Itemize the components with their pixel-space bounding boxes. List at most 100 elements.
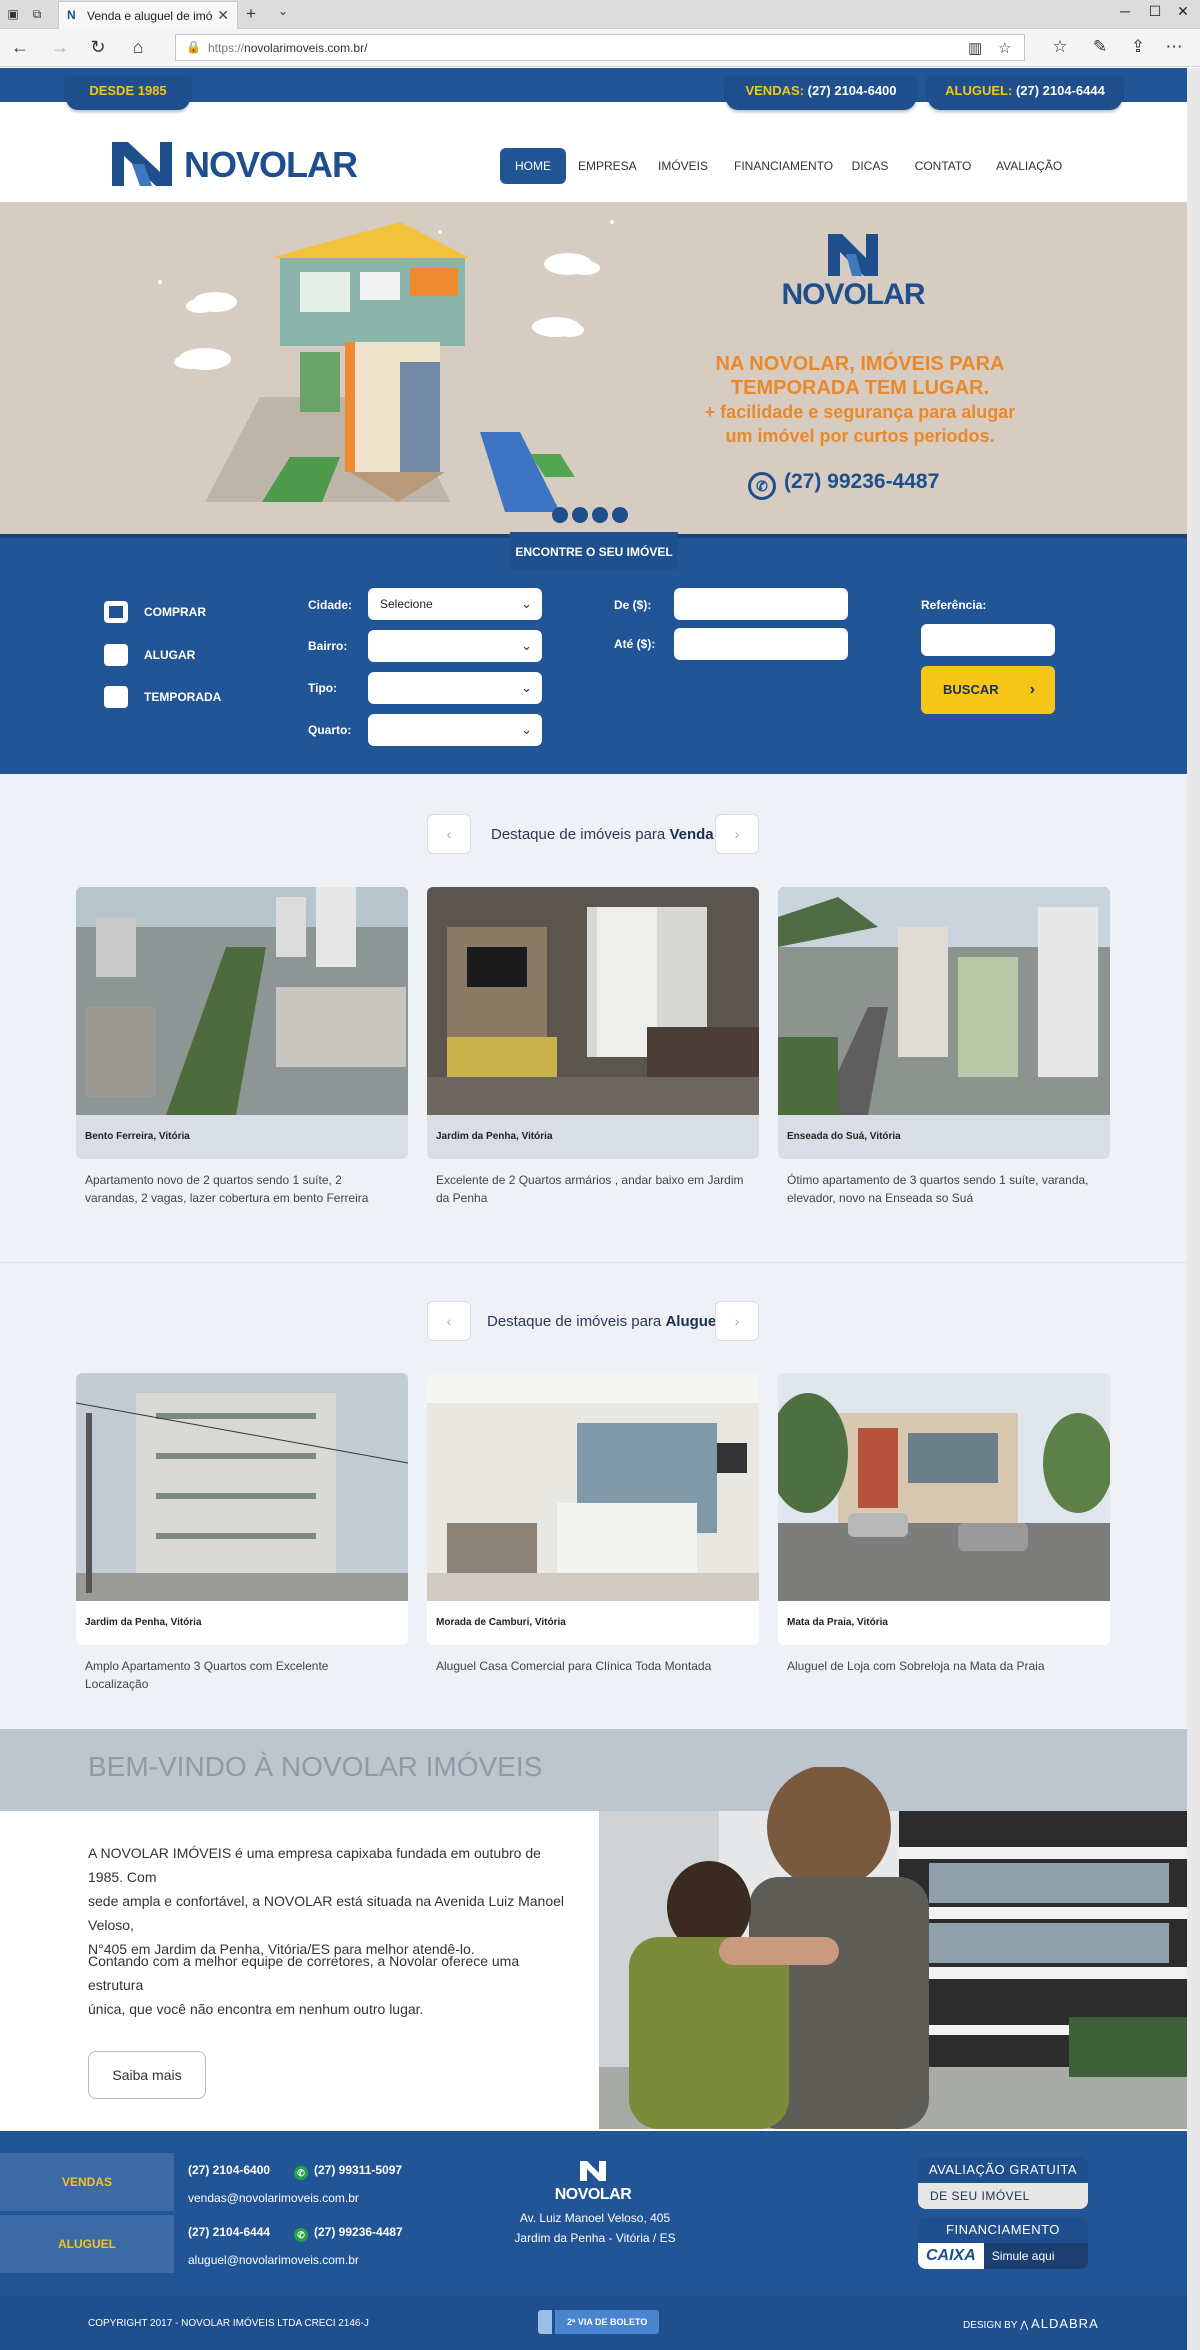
property-photo[interactable]: [778, 887, 1110, 1115]
price-to-input[interactable]: [674, 628, 848, 660]
segunda-via-boleto-button[interactable]: 2ª VIA DE BOLETO: [538, 2310, 660, 2334]
address-bar[interactable]: 🔒 https://novolarimoveis.com.br/ ▥ ☆: [175, 34, 1025, 61]
property-photo[interactable]: [76, 1373, 408, 1601]
minimize-icon[interactable]: ─: [1110, 3, 1140, 19]
welcome-paragraph-1: A NOVOLAR IMÓVEIS é uma empresa capixaba…: [88, 1845, 565, 1957]
favorite-star-icon[interactable]: ☆: [998, 39, 1011, 57]
refresh-icon[interactable]: ↻: [86, 37, 110, 58]
window-close-icon[interactable]: ✕: [1168, 3, 1198, 20]
copyright-bar: COPYRIGHT 2017 - NOVOLAR IMÓVEIS LTDA CR…: [0, 2296, 1200, 2350]
footer-vendas-phone[interactable]: (27) 2104-6400: [188, 2163, 270, 2177]
venda-title: Destaque de imóveis para Venda: [491, 826, 714, 843]
forward-icon[interactable]: →: [48, 37, 72, 58]
checkbox-comprar[interactable]: [104, 601, 128, 623]
vendas-phone-badge[interactable]: VENDAS: (27) 2104-6400: [726, 76, 916, 110]
property-location: Enseada do Suá, Vitória: [778, 1115, 1110, 1159]
mode-alugar[interactable]: ALUGAR: [104, 644, 244, 668]
site-footer: VENDAS ALUGUEL (27) 2104-6400 ✆ (27) 9931…: [0, 2131, 1200, 2296]
browser-tab[interactable]: N Venda e aluguel de imó ✕: [58, 1, 238, 29]
referencia-input[interactable]: [921, 624, 1055, 656]
aluguel-prev-button[interactable]: ‹: [427, 1301, 471, 1341]
footer-aluguel-email[interactable]: aluguel@novolarimoveis.com.br: [188, 2253, 359, 2267]
footer-aluguel-whatsapp[interactable]: ✆ (27) 99236-4487: [294, 2225, 403, 2242]
new-tab-icon[interactable]: +: [246, 4, 256, 24]
lock-icon: 🔒: [186, 40, 201, 54]
cidade-select[interactable]: Selecione ⌄: [368, 588, 542, 620]
bairro-label: Bairro:: [308, 639, 348, 653]
price-from-input[interactable]: [674, 588, 848, 620]
nav-empresa[interactable]: EMPRESA: [578, 148, 637, 184]
footer-logo: NOVOLAR: [548, 2161, 638, 2204]
nav-contato[interactable]: CONTATO: [914, 148, 972, 184]
tipo-select[interactable]: ⌄: [368, 672, 542, 704]
home-icon[interactable]: ⌂: [126, 37, 150, 58]
aluguel-phone-badge[interactable]: ALUGUEL: (27) 2104-6444: [928, 76, 1122, 110]
mode-temporada[interactable]: TEMPORADA: [104, 686, 244, 710]
site-header: NOVOLAR HOME EMPRESA IMÓVEIS FINANCIAMEN…: [0, 102, 1200, 202]
property-description: Excelente de 2 Quartos armários , andar …: [436, 1173, 744, 1205]
aluguel-next-button[interactable]: ›: [715, 1301, 759, 1341]
copyright-text: COPYRIGHT 2017 - NOVOLAR IMÓVEIS LTDA CR…: [88, 2318, 369, 2329]
hero-headline: NA NOVOLAR, IMÓVEIS PARA TEMPORADA TEM L…: [715, 353, 1005, 399]
venda-prev-button[interactable]: ‹: [427, 814, 471, 854]
url-text[interactable]: https://novolarimoveis.com.br/: [208, 41, 367, 55]
couple-building-photo: [599, 1767, 1200, 2129]
nav-dicas[interactable]: DICAS: [850, 148, 890, 184]
property-photo[interactable]: [427, 887, 759, 1115]
buscar-button[interactable]: BUSCAR ›: [921, 666, 1055, 714]
nav-imoveis[interactable]: IMÓVEIS: [658, 148, 708, 184]
footer-aluguel-phone[interactable]: (27) 2104-6444: [188, 2225, 270, 2239]
reading-view-icon[interactable]: ▥: [968, 39, 982, 57]
tab-preview-icon[interactable]: ⧉: [28, 6, 46, 22]
back-icon[interactable]: ←: [8, 37, 32, 58]
property-photo[interactable]: [427, 1373, 759, 1601]
more-menu-icon[interactable]: ⋯: [1162, 37, 1186, 57]
property-description: Ótimo apartamento de 3 quartos sendo 1 s…: [787, 1173, 1089, 1205]
carousel-dot[interactable]: [612, 507, 628, 523]
tab-actions-icon[interactable]: ▣: [4, 6, 22, 22]
nav-home[interactable]: HOME: [500, 148, 566, 184]
novolar-logo[interactable]: NOVOLAR: [112, 142, 358, 186]
hero-logo: NOVOLAR: [778, 232, 928, 311]
nav-financiamento[interactable]: FINANCIAMENTO: [734, 148, 833, 184]
carousel-dots[interactable]: [552, 507, 632, 525]
mode-comprar[interactable]: COMPRAR: [104, 601, 244, 625]
carousel-dot[interactable]: [592, 507, 608, 523]
property-search: ENCONTRE O SEU IMÓVEL COMPRAR ALUGAR TEM…: [0, 532, 1200, 774]
chevron-down-icon: ⌄: [521, 638, 532, 653]
carousel-dot[interactable]: [572, 507, 588, 523]
hero-phone[interactable]: ✆ (27) 99236-4487: [748, 470, 939, 500]
hero-banner[interactable]: NOVOLAR NA NOVOLAR, IMÓVEIS PARA TEMPORA…: [0, 202, 1200, 534]
aldabra-logo-icon: ⋀: [1020, 2320, 1029, 2331]
pen-notes-icon[interactable]: ✎: [1088, 37, 1112, 57]
quarto-select[interactable]: ⌄: [368, 714, 542, 746]
footer-logo-mark-icon: [580, 2161, 606, 2181]
checkbox-temporada[interactable]: [104, 686, 128, 708]
bairro-select[interactable]: ⌄: [368, 630, 542, 662]
design-credit[interactable]: DESIGN BY ⋀ ALDABRA: [963, 2316, 1099, 2331]
financiamento-caixa-badge[interactable]: FINANCIAMENTO CAIXA Simule aqui: [918, 2217, 1088, 2269]
saiba-mais-button[interactable]: Saiba mais: [88, 2051, 206, 2099]
checkbox-alugar[interactable]: [104, 644, 128, 666]
page-scrollbar[interactable]: [1187, 68, 1200, 2350]
favorites-hub-icon[interactable]: ☆: [1048, 37, 1072, 57]
chevron-down-icon: ⌄: [521, 722, 532, 737]
welcome-paragraph-2: Contando com a melhor equipe de corretor…: [88, 1953, 520, 2017]
footer-vendas-email[interactable]: vendas@novolarimoveis.com.br: [188, 2191, 359, 2205]
footer-vendas-whatsapp[interactable]: ✆ (27) 99311-5097: [294, 2163, 402, 2180]
footer-vendas-label: VENDAS: [0, 2153, 174, 2211]
browser-tab-bar: ▣ ⧉ N Venda e aluguel de imó ✕ + ⌄ ─ ☐ ✕: [0, 0, 1200, 29]
property-description: Aluguel de Loja com Sobreloja na Mata da…: [787, 1659, 1045, 1673]
tab-list-chevron-icon[interactable]: ⌄: [278, 4, 288, 18]
nav-avaliacao[interactable]: AVALIAÇÃO: [996, 148, 1062, 184]
carousel-dot[interactable]: [552, 507, 568, 523]
top-info-bar: DESDE 1985 VENDAS: (27) 2104-6400 ALUGUE…: [0, 68, 1200, 110]
close-tab-icon[interactable]: ✕: [217, 7, 229, 24]
property-photo[interactable]: [778, 1373, 1110, 1601]
avaliacao-gratuita-badge[interactable]: AVALIAÇÃO GRATUITA DE SEU IMÓVEL: [918, 2157, 1088, 2209]
property-photo[interactable]: [76, 887, 408, 1115]
chevron-down-icon: ⌄: [521, 596, 532, 611]
maximize-icon[interactable]: ☐: [1140, 3, 1170, 20]
share-icon[interactable]: ⇪: [1126, 37, 1150, 57]
venda-next-button[interactable]: ›: [715, 814, 759, 854]
